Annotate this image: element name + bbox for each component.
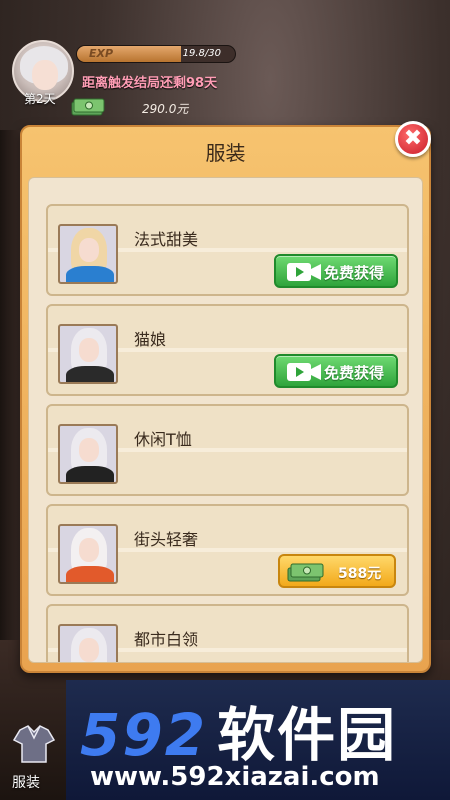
avatar-face: [32, 60, 58, 90]
outfit-portrait: [58, 324, 118, 384]
money-value: 290.0元: [142, 102, 189, 116]
portrait-face: [79, 438, 99, 462]
free-unlock-label: 免费获得: [324, 264, 385, 282]
outfit-name: 都市白领: [134, 630, 199, 649]
exp-label: EXP: [89, 47, 114, 60]
ending-countdown: 距离触发结局还剩98天: [82, 76, 218, 91]
top-hud: 第2天 EXP 19.8/30 距离触发结局还剩98天 290.0元: [0, 0, 450, 125]
video-camera-icon: [287, 263, 321, 281]
cash-icon: [71, 98, 105, 116]
portrait-outfit: [66, 566, 114, 582]
outfit-shortcut-button[interactable]: 服装: [6, 724, 62, 796]
portrait-outfit: [66, 466, 114, 482]
portrait-face: [79, 638, 99, 662]
outfit-name: 法式甜美: [134, 230, 199, 249]
close-icon: ✖: [403, 126, 423, 151]
free-unlock-button[interactable]: 免费获得: [274, 254, 398, 288]
outfit-modal: 服装 ✖ 法式甜美 免费获得 猫娘 免费获得 休闲T恤 街头轻奢 588元 都市…: [20, 121, 431, 673]
background-window: [0, 130, 22, 650]
outfit-portrait: [58, 624, 118, 662]
outfit-portrait: [58, 424, 118, 484]
watermark-number: 592: [80, 701, 208, 769]
portrait-face: [79, 338, 99, 362]
outfit-shortcut-label: 服装: [12, 775, 40, 791]
shirt-icon: [12, 725, 56, 763]
outfit-name: 猫娘: [134, 330, 167, 349]
watermark-cn-text: 软件园: [217, 701, 398, 769]
cash-icon: [287, 563, 324, 582]
outfit-item: 街头轻奢 588元: [46, 504, 409, 596]
outfit-item: 休闲T恤: [46, 404, 409, 496]
outfit-item: 都市白领: [46, 604, 409, 662]
watermark-logo: 592 软件园: [80, 688, 397, 772]
portrait-face: [79, 538, 99, 562]
video-camera-icon: [287, 363, 321, 381]
outfit-item: 猫娘 免费获得: [46, 304, 409, 396]
modal-title: 服装: [205, 141, 246, 165]
outfit-portrait: [58, 224, 118, 284]
outfit-item: 法式甜美 免费获得: [46, 204, 409, 296]
portrait-outfit: [66, 266, 114, 282]
price-label: 588元: [338, 566, 382, 582]
money-display: 290.0元: [70, 96, 200, 118]
outfit-portrait: [58, 524, 118, 584]
free-unlock-label: 免费获得: [324, 364, 385, 382]
outfit-name: 休闲T恤: [134, 430, 192, 449]
site-watermark: 592 软件园 www.592xiazai.com: [66, 680, 450, 800]
portrait-outfit: [66, 366, 114, 382]
portrait-face: [79, 238, 99, 262]
exp-value: 19.8/30: [182, 48, 221, 59]
exp-bar: EXP 19.8/30: [76, 45, 236, 63]
outfit-name: 街头轻奢: [134, 530, 199, 549]
close-button[interactable]: ✖: [395, 121, 431, 157]
free-unlock-button[interactable]: 免费获得: [274, 354, 398, 388]
buy-button[interactable]: 588元: [278, 554, 396, 588]
outfit-list[interactable]: 法式甜美 免费获得 猫娘 免费获得 休闲T恤 街头轻奢 588元 都市白领: [28, 177, 423, 663]
watermark-url: www.592xiazai.com: [90, 762, 380, 792]
day-label: 第2天: [24, 92, 56, 106]
